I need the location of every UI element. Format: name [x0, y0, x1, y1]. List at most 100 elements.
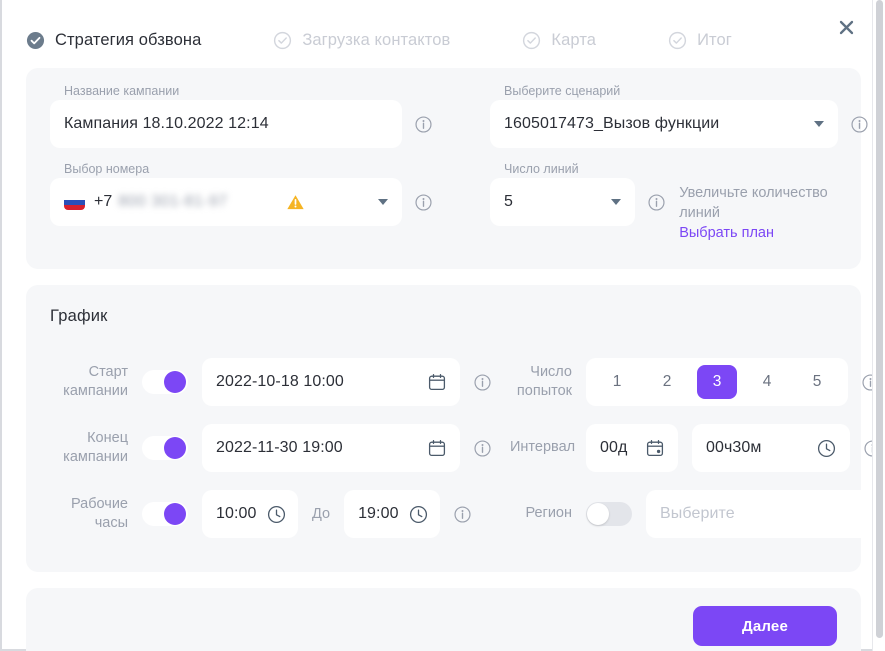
clock-icon[interactable]: [409, 505, 428, 524]
interval-days-value: 00д: [600, 439, 628, 456]
phone-select[interactable]: Выбор номера +7 800 301-81-97: [50, 162, 402, 226]
close-icon[interactable]: [833, 14, 859, 40]
schedule-row-end: Конец кампании 2022-11-30 19:00 Интервал…: [50, 424, 881, 472]
region-placeholder: Выберите: [660, 505, 735, 522]
info-icon[interactable]: [851, 115, 868, 133]
interval-label: Интервал: [510, 439, 576, 456]
lines-value: 5: [504, 193, 513, 210]
working-hours-toggle[interactable]: [142, 502, 188, 526]
info-icon[interactable]: [415, 193, 432, 211]
lines-hint: Увеличьте количество линий Выбрать план: [679, 178, 868, 243]
campaign-start-input[interactable]: 2022-10-18 10:00: [202, 358, 460, 406]
region-toggle[interactable]: [586, 502, 632, 526]
working-hours-to-value: 19:00: [358, 505, 399, 522]
scrollbar-thumb[interactable]: [876, 0, 883, 638]
info-icon[interactable]: [474, 439, 491, 457]
campaign-start-value: 2022-10-18 10:00: [216, 373, 344, 390]
lines-label: Число линий: [504, 162, 579, 176]
attempts-option-4[interactable]: 4: [747, 365, 787, 399]
schedule-card: График Старт кампании 2022-10-18 10:00 Ч…: [26, 285, 885, 572]
schedule-row-start: Старт кампании 2022-10-18 10:00 Число по…: [50, 358, 879, 406]
campaign-name-label: Название кампании: [64, 84, 180, 98]
settings-card: Название кампании Кампания 18.10.2022 12…: [26, 68, 868, 269]
info-icon[interactable]: [474, 373, 491, 391]
calendar-clock-icon[interactable]: [646, 439, 664, 457]
campaign-name-value: Кампания 18.10.2022 12:14: [64, 115, 269, 132]
lines-row: Число линий 5 Увеличьте количество линий: [490, 162, 868, 243]
attempts-group: Число попыток 1 2 3 4 5: [510, 358, 879, 406]
campaign-end-label: Конец кампании: [63, 429, 128, 465]
attempts-selector: 1 2 3 4 5: [586, 358, 848, 406]
calendar-icon[interactable]: [428, 373, 446, 391]
region-label: Регион: [525, 505, 572, 522]
clock-icon[interactable]: [817, 439, 836, 458]
working-hours-from-value: 10:00: [216, 505, 257, 522]
check-circle-outline-icon: [668, 31, 687, 49]
dialog-footer: Далее: [26, 588, 861, 651]
working-hours-separator: До: [312, 506, 331, 522]
next-button[interactable]: Далее: [693, 606, 837, 646]
region-group: Регион Выберите: [510, 490, 885, 538]
campaign-start-toggle[interactable]: [142, 370, 188, 394]
attempts-option-3[interactable]: 3: [697, 365, 737, 399]
attempts-option-2[interactable]: 2: [647, 365, 687, 399]
scenario-row: Выберите сценарий 1605017473_Вызов функц…: [490, 84, 868, 148]
check-circle-filled-icon: [26, 31, 45, 49]
dialog-header: Стратегия обзвона Загрузка контактов Кар…: [2, 0, 885, 68]
attempts-option-1[interactable]: 1: [597, 365, 637, 399]
campaign-end-value: 2022-11-30 19:00: [216, 439, 343, 456]
scenario-select[interactable]: Выберите сценарий 1605017473_Вызов функц…: [490, 84, 838, 148]
step-summary[interactable]: Итог: [668, 31, 732, 50]
phone-select-label: Выбор номера: [64, 162, 150, 176]
info-icon[interactable]: [415, 115, 432, 133]
schedule-title: График: [50, 307, 108, 325]
step-strategy[interactable]: Стратегия обзвона: [26, 31, 201, 50]
chevron-down-icon[interactable]: [611, 199, 622, 205]
campaign-start-label: Старт кампании: [63, 363, 128, 399]
interval-time-input[interactable]: 00ч30м: [692, 424, 850, 472]
attempts-label: Число попыток: [516, 363, 572, 399]
info-icon[interactable]: [454, 505, 471, 523]
interval-days-input[interactable]: 00д: [586, 424, 678, 472]
phone-select-row: Выбор номера +7 800 301-81-97: [50, 162, 490, 226]
phone-country-code: +7: [94, 193, 113, 210]
clock-icon[interactable]: [267, 505, 286, 524]
attempts-option-5[interactable]: 5: [797, 365, 837, 399]
campaign-name-input[interactable]: Название кампании Кампания 18.10.2022 12…: [50, 84, 402, 148]
flag-ru-icon: [64, 194, 85, 210]
step-label: Карта: [551, 30, 597, 49]
scrollbar-track[interactable]: [872, 0, 885, 651]
warning-triangle-icon[interactable]: [286, 193, 305, 212]
step-contacts-upload[interactable]: Загрузка контактов: [273, 31, 450, 50]
step-map[interactable]: Карта: [522, 31, 596, 50]
working-hours-from-input[interactable]: 10:00: [202, 490, 298, 538]
schedule-row-hours: Рабочие часы 10:00 До 19:00 Регион Выбер…: [50, 490, 885, 538]
lines-select[interactable]: Число линий 5: [490, 162, 636, 226]
step-label: Итог: [697, 30, 732, 49]
campaign-end-input[interactable]: 2022-11-30 19:00: [202, 424, 460, 472]
check-circle-outline-icon: [274, 31, 292, 49]
check-circle-outline-icon: [523, 31, 541, 49]
interval-time-value: 00ч30м: [706, 439, 762, 456]
scenario-value: 1605017473_Вызов функции: [504, 115, 720, 132]
lines-hint-text: Увеличьте количество линий: [679, 185, 828, 221]
campaign-end-group: Конец кампании 2022-11-30 19:00: [50, 424, 510, 472]
interval-group: Интервал 00д 00ч30м: [510, 424, 881, 472]
stepper: Стратегия обзвона Загрузка контактов Кар…: [26, 31, 732, 50]
campaign-name-row: Название кампании Кампания 18.10.2022 12…: [50, 84, 490, 148]
info-icon[interactable]: [648, 193, 665, 211]
step-label: Загрузка контактов: [302, 30, 451, 49]
working-hours-group: Рабочие часы 10:00 До 19:00: [50, 490, 510, 538]
chevron-down-icon[interactable]: [377, 199, 388, 205]
chevron-down-icon[interactable]: [814, 121, 824, 127]
campaign-end-toggle[interactable]: [142, 436, 188, 460]
calendar-icon[interactable]: [428, 439, 446, 457]
working-hours-label: Рабочие часы: [70, 495, 128, 531]
phone-number-masked: 800 301-81-97: [118, 193, 228, 210]
choose-plan-link[interactable]: Выбрать план: [679, 223, 868, 243]
region-select[interactable]: Выберите: [646, 490, 885, 538]
step-label: Стратегия обзвона: [55, 30, 202, 49]
campaign-start-group: Старт кампании 2022-10-18 10:00: [50, 358, 510, 406]
scenario-label: Выберите сценарий: [504, 84, 621, 98]
working-hours-to-input[interactable]: 19:00: [344, 490, 441, 538]
